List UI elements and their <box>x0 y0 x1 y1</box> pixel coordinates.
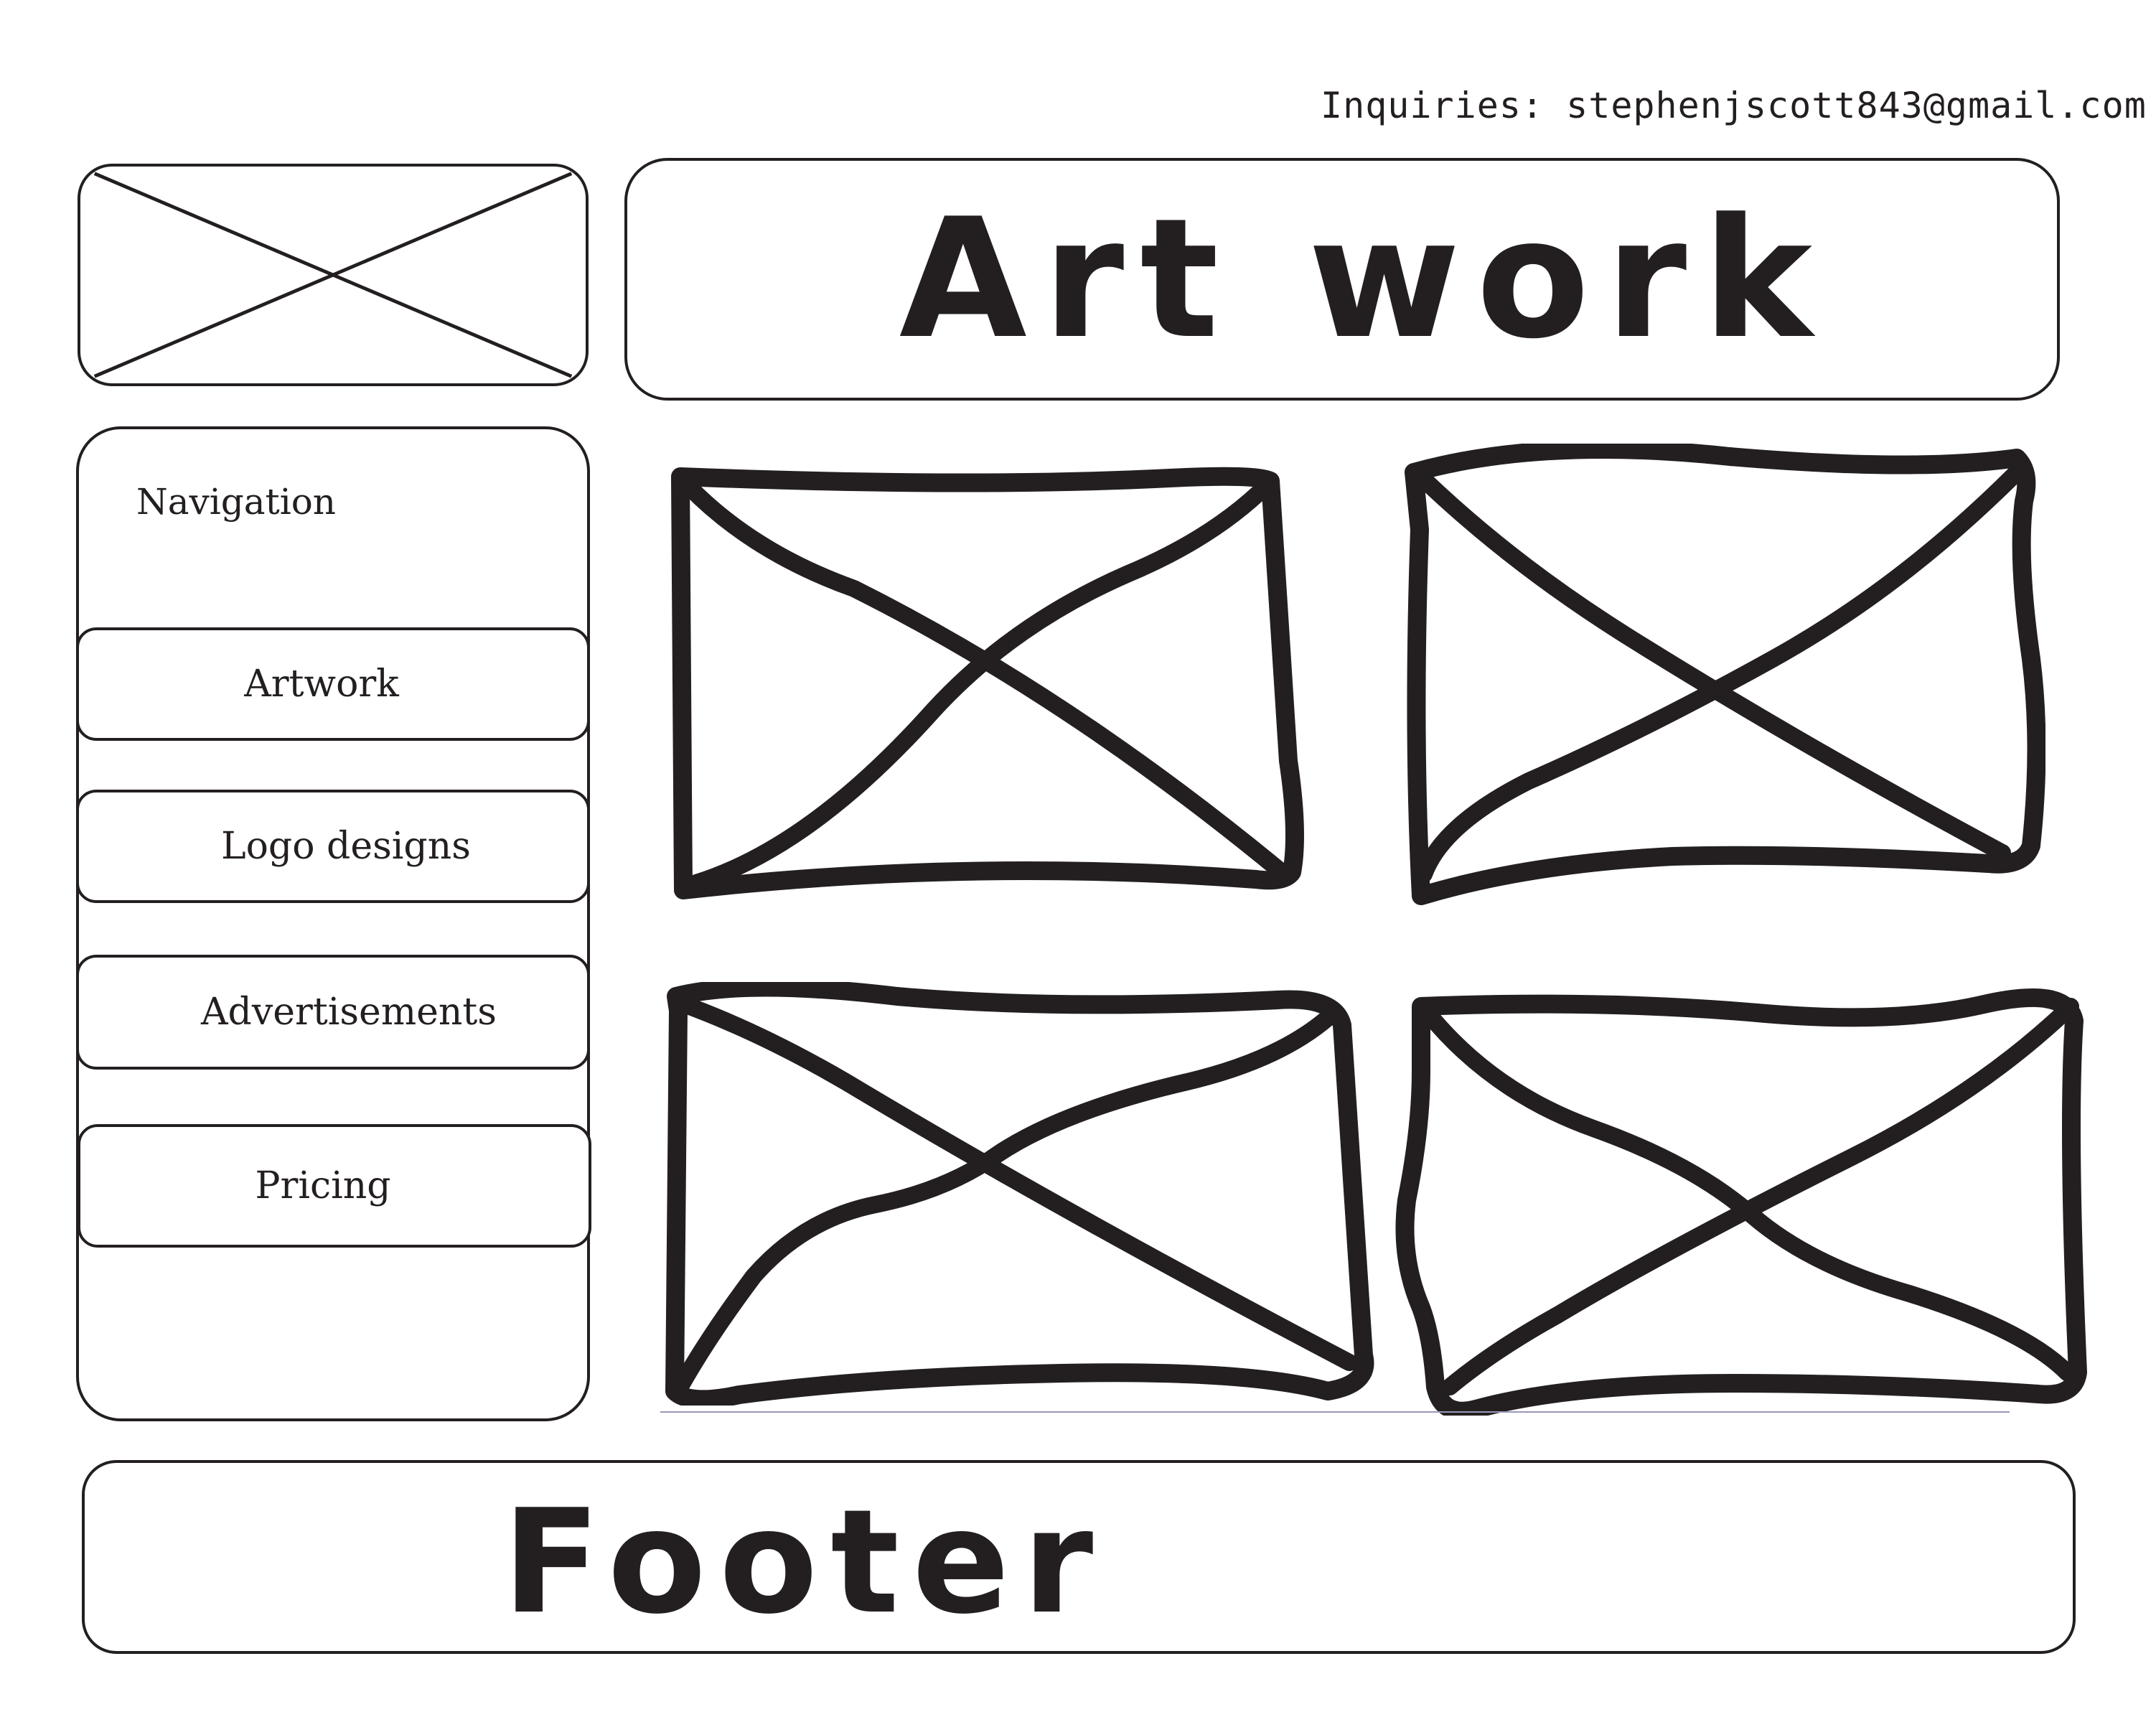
navigation-panel <box>76 426 590 1421</box>
nav-item-logo-designs[interactable]: Logo designs <box>76 790 590 903</box>
gallery-divider <box>660 1411 2010 1413</box>
inquiries-contact: Inquiries: stephenjscott843@gmail.com <box>1321 85 2147 126</box>
image-placeholder-icon <box>671 467 1304 899</box>
image-placeholder-icon <box>665 982 1374 1406</box>
gallery-image-4[interactable] <box>1392 985 2096 1416</box>
nav-item-label: Artwork <box>244 663 399 706</box>
nav-item-pricing[interactable]: Pricing <box>78 1124 591 1248</box>
page-title: Art work <box>899 183 1829 375</box>
nav-item-label: Advertisements <box>201 991 497 1034</box>
navigation-heading: Navigation <box>136 481 337 523</box>
logo-placeholder <box>78 164 589 386</box>
footer-title: Footer <box>502 1479 1107 1646</box>
nav-item-advertisements[interactable]: Advertisements <box>76 955 590 1070</box>
header-banner: Art work <box>624 158 2060 401</box>
gallery-image-1[interactable] <box>667 459 1313 904</box>
gallery-image-3[interactable] <box>660 982 1385 1406</box>
nav-item-label: Pricing <box>255 1164 391 1207</box>
image-placeholder-icon <box>1395 988 2087 1416</box>
nav-item-label: Logo designs <box>221 825 471 868</box>
nav-item-artwork[interactable]: Artwork <box>76 627 590 741</box>
image-placeholder-icon <box>1405 444 2045 905</box>
gallery-image-2[interactable] <box>1400 444 2045 910</box>
image-placeholder-icon <box>93 172 573 378</box>
